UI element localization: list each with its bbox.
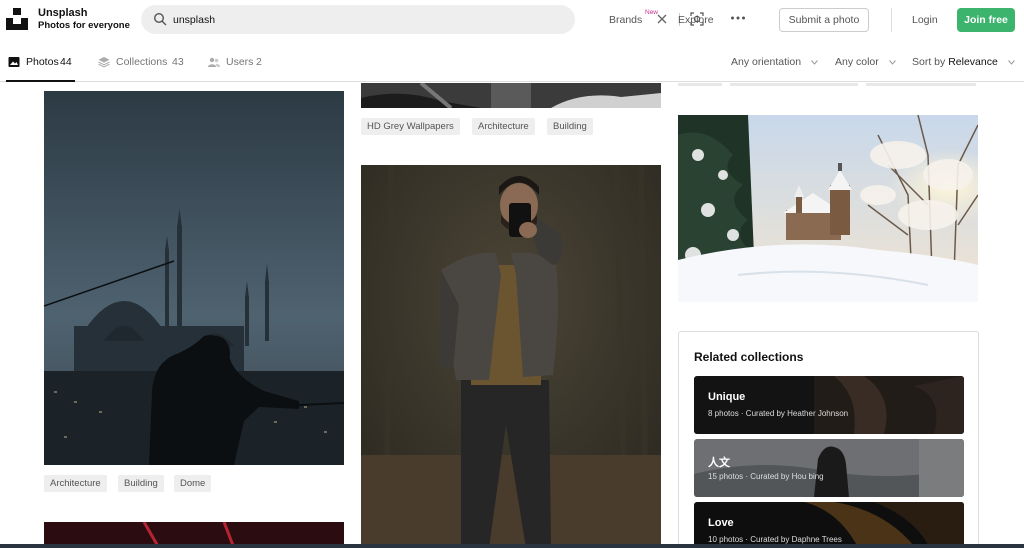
collection-card-unique[interactable]: Unique 8 photos · Curated by Heather Joh…: [694, 376, 964, 434]
tab-label: Collections: [116, 56, 168, 68]
active-tab-indicator: [6, 80, 75, 82]
nav-explore-link[interactable]: Explore: [678, 14, 714, 26]
sort-filter[interactable]: Sort by Relevance: [912, 56, 1015, 68]
collection-meta: 8 photos · Curated by Heather Johnson: [708, 409, 849, 418]
related-collections-title: Related collections: [694, 350, 804, 364]
collection-name: Unique: [708, 391, 746, 403]
tab-collections[interactable]: Collections 43: [98, 55, 188, 71]
top-header: Unsplash Photos for everyone Brands New …: [0, 0, 1024, 40]
photo-tag[interactable]: Architecture: [44, 475, 107, 492]
chevron-down-icon: [888, 59, 896, 65]
photo-man-with-phone[interactable]: [361, 165, 661, 548]
photo-mosque-fisherman[interactable]: [44, 91, 344, 465]
sort-prefix: Sort by: [912, 56, 946, 68]
photo-grey-building[interactable]: [361, 83, 661, 108]
chevron-down-icon: [1007, 59, 1015, 65]
search-input[interactable]: [173, 10, 513, 29]
image-icon: [8, 57, 20, 67]
search-icon[interactable]: [153, 12, 167, 26]
unsplash-logo-icon[interactable]: [6, 8, 28, 30]
tab-label: Photos: [26, 56, 59, 68]
nav-brands-link[interactable]: Brands: [609, 14, 642, 26]
new-badge: New: [645, 9, 659, 16]
color-filter[interactable]: Any color: [835, 56, 896, 68]
collection-meta: 10 photos · Curated by Daphne Trees: [708, 535, 842, 544]
search-bar[interactable]: [141, 5, 704, 34]
photo-tag[interactable]: Building: [118, 475, 164, 492]
collection-card-renwen[interactable]: 人文 15 photos · Curated by Hou bing: [694, 439, 964, 497]
photo-tag[interactable]: Building: [547, 118, 593, 135]
bottom-edge-bar: [0, 544, 1024, 548]
more-options-icon[interactable]: [730, 11, 746, 25]
orientation-filter[interactable]: Any orientation: [731, 56, 818, 68]
users-icon: [208, 57, 220, 67]
tab-count: 44: [60, 56, 72, 68]
tab-photos[interactable]: Photos 44: [8, 55, 78, 71]
chevron-down-icon: [811, 59, 818, 65]
collection-name: 人文: [708, 457, 730, 469]
header-divider: [891, 8, 892, 32]
photo-tag[interactable]: HD Grey Wallpapers: [361, 118, 460, 135]
color-filter-label: Any color: [835, 56, 879, 68]
collections-icon: [98, 57, 110, 68]
tab-count: 2: [256, 56, 262, 68]
submit-photo-button[interactable]: Submit a photo: [779, 8, 869, 32]
related-collections-panel: Related collections Unique 8 photos · Cu…: [678, 331, 979, 548]
collection-card-love[interactable]: Love 10 photos · Curated by Daphne Trees: [694, 502, 964, 548]
collection-name: Love: [708, 517, 734, 529]
brand-name[interactable]: Unsplash: [38, 7, 88, 19]
orientation-filter-label: Any orientation: [731, 56, 802, 68]
photo-grid: Architecture Building Dome HD Grey Wallp…: [0, 83, 1024, 548]
photo-top-strip[interactable]: [678, 83, 978, 87]
tab-count: 43: [172, 56, 184, 68]
photo-tag[interactable]: Dome: [174, 475, 212, 492]
sort-value: Relevance: [948, 56, 998, 68]
tab-users[interactable]: Users 2: [208, 55, 268, 71]
brand-tagline: Photos for everyone: [38, 20, 130, 31]
photo-tag[interactable]: Architecture: [472, 118, 535, 135]
tab-label: Users: [226, 56, 254, 68]
photo-snowy-church[interactable]: [678, 115, 978, 302]
collection-meta: 15 photos · Curated by Hou bing: [708, 472, 824, 481]
join-free-button[interactable]: Join free: [957, 8, 1015, 32]
search-tabs-bar: Photos 44 Collections 43 Users 2 Any ori…: [0, 44, 1024, 82]
login-link[interactable]: Login: [912, 14, 938, 26]
